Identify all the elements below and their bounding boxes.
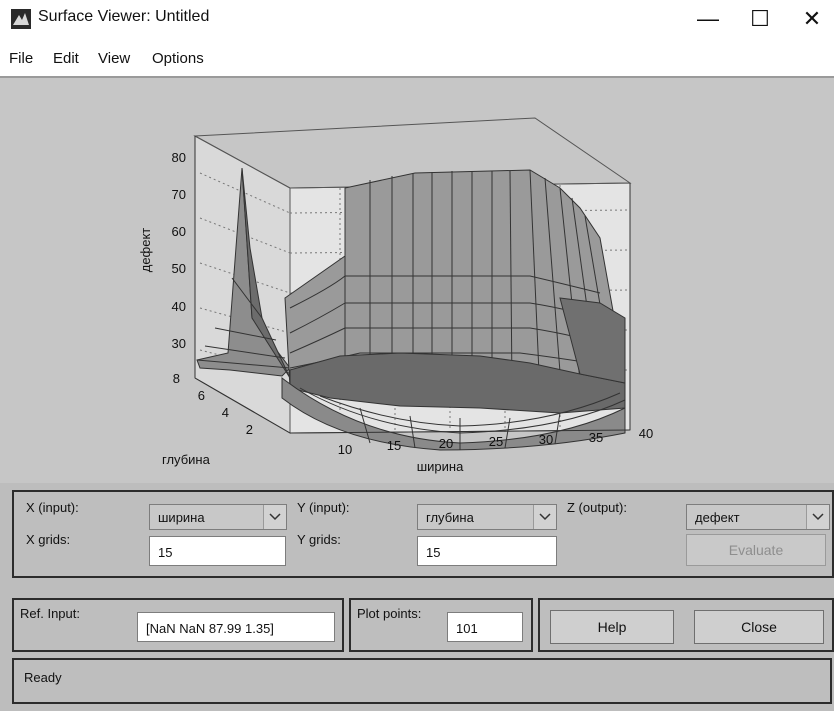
z-output-label: Z (output):	[567, 500, 627, 515]
action-buttons-panel: Help Close	[538, 598, 834, 652]
y-tick-2: 2	[246, 422, 253, 437]
y-grids-label: Y grids:	[297, 532, 341, 547]
close-button[interactable]: Close	[694, 610, 824, 644]
surface-viewer-client: 80 70 60 50 40 30 дефект 8 6 4 2 глубина…	[0, 78, 834, 711]
x-tick-10: 10	[338, 442, 352, 457]
ref-input-label: Ref. Input:	[20, 606, 80, 621]
x-tick-40: 40	[639, 426, 653, 441]
chevron-down-icon	[806, 505, 829, 529]
y-input-value: глубина	[426, 510, 474, 525]
z-tick-60: 60	[172, 224, 186, 239]
status-bar: Ready	[12, 658, 832, 704]
maximize-button[interactable]: ☐	[740, 4, 780, 34]
matlab-app-icon	[11, 9, 31, 29]
title-bar: Surface Viewer: Untitled — ☐ ✕	[0, 0, 834, 40]
ref-input-field[interactable]: [NaN NaN 87.99 1.35]	[137, 612, 335, 642]
status-text: Ready	[24, 670, 62, 685]
y-tick-8: 8	[173, 371, 180, 386]
z-output-select[interactable]: дефект	[686, 504, 830, 530]
y-axis-label: глубина	[162, 452, 211, 467]
z-tick-30: 30	[172, 336, 186, 351]
menu-edit[interactable]: Edit	[53, 50, 79, 67]
x-tick-25: 25	[489, 434, 503, 449]
x-grids-label: X grids:	[26, 532, 71, 547]
menu-bar: File Edit View Options	[0, 44, 834, 72]
menu-view[interactable]: View	[98, 50, 130, 67]
z-tick-50: 50	[172, 261, 186, 276]
z-tick-80: 80	[172, 150, 186, 165]
y-tick-4: 4	[222, 405, 229, 420]
plot-points-input[interactable]: 101	[447, 612, 523, 642]
menu-file[interactable]: File	[9, 50, 33, 67]
window-title: Surface Viewer: Untitled	[38, 8, 210, 25]
y-input-label: Y (input):	[297, 500, 350, 515]
help-button[interactable]: Help	[550, 610, 674, 644]
z-output-value: дефект	[695, 510, 740, 525]
plot-points-label: Plot points:	[357, 606, 422, 621]
x-input-value: ширина	[158, 510, 205, 525]
y-grids-input[interactable]: 15	[417, 536, 557, 566]
chevron-down-icon	[533, 505, 556, 529]
z-tick-40: 40	[172, 299, 186, 314]
evaluate-button[interactable]: Evaluate	[686, 534, 826, 566]
y-input-select[interactable]: глубина	[417, 504, 557, 530]
x-tick-35: 35	[589, 430, 603, 445]
y-tick-6: 6	[198, 388, 205, 403]
minimize-button[interactable]: —	[688, 4, 728, 34]
chevron-down-icon	[263, 505, 286, 529]
close-window-button[interactable]: ✕	[792, 4, 832, 34]
x-axis-label: ширина	[417, 459, 464, 474]
x-input-select[interactable]: ширина	[149, 504, 287, 530]
axis-selection-panel: X (input): ширина Y (input): глубина Z (…	[12, 490, 834, 578]
menu-options[interactable]: Options	[152, 50, 204, 67]
plot-points-panel: Plot points: 101	[349, 598, 533, 652]
surface-plot[interactable]: 80 70 60 50 40 30 дефект 8 6 4 2 глубина…	[0, 78, 834, 483]
x-tick-20: 20	[439, 436, 453, 451]
plot-area: 80 70 60 50 40 30 дефект 8 6 4 2 глубина…	[0, 78, 834, 483]
ref-input-panel: Ref. Input: [NaN NaN 87.99 1.35]	[12, 598, 344, 652]
x-tick-15: 15	[387, 438, 401, 453]
z-axis-label: дефект	[138, 228, 153, 273]
z-tick-70: 70	[172, 187, 186, 202]
x-grids-input[interactable]: 15	[149, 536, 286, 566]
x-input-label: X (input):	[26, 500, 79, 515]
x-tick-30: 30	[539, 432, 553, 447]
